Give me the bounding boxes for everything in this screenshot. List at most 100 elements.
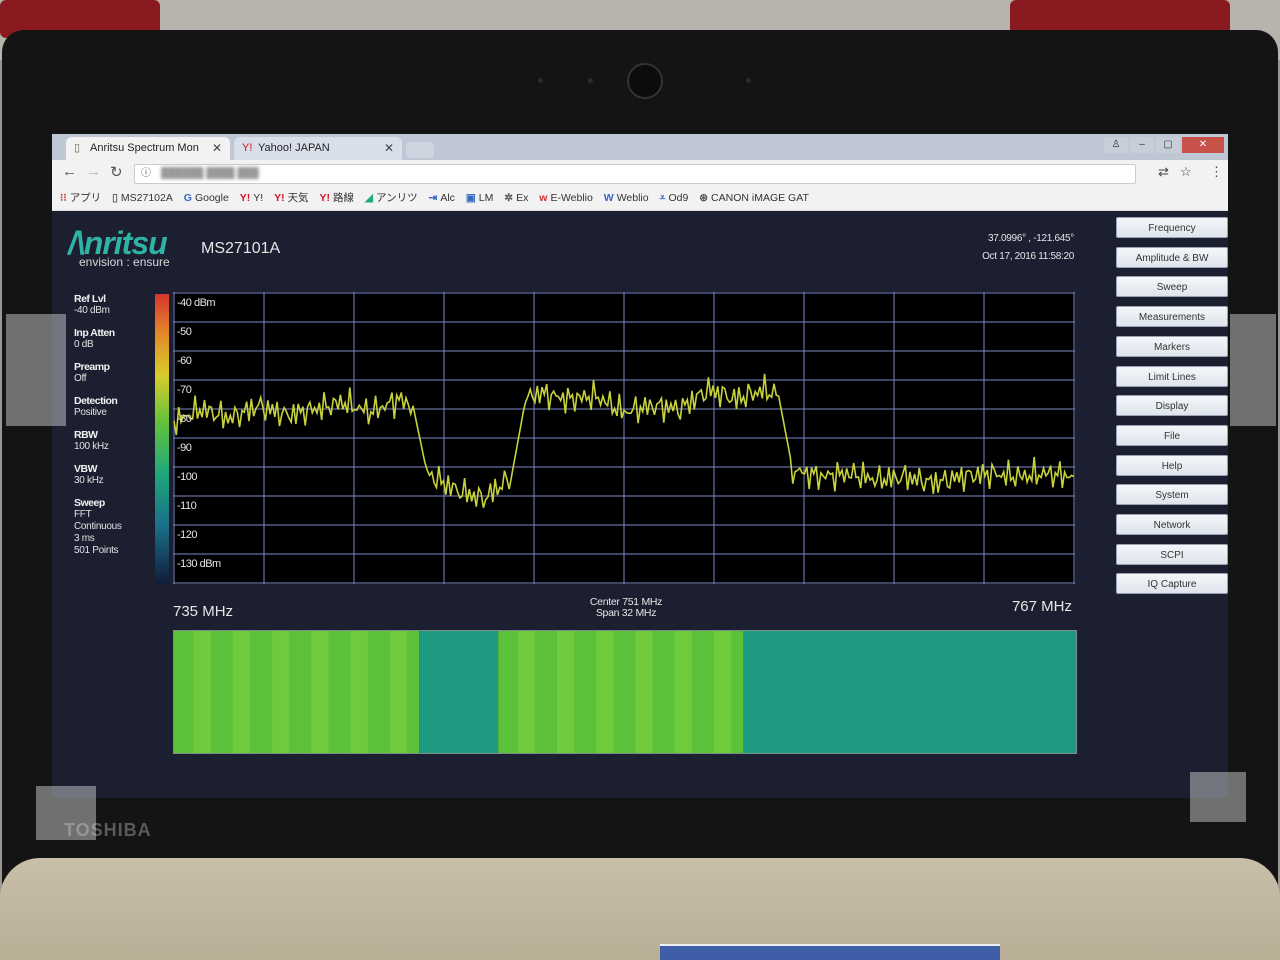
spectrogram-stripe xyxy=(713,631,732,753)
tab-yahoo[interactable]: Y! Yahoo! JAPAN ✕ xyxy=(234,137,402,160)
param-value: -40 dBm xyxy=(74,305,110,316)
span-label: Span 32 MHz xyxy=(595,607,657,619)
param-value: 100 kHz xyxy=(74,441,109,452)
menu-button-iq-capture[interactable]: IQ Capture xyxy=(1116,573,1228,595)
forward-arrow-icon[interactable]: → xyxy=(86,163,101,180)
page-icon: ▯ xyxy=(74,142,81,154)
close-icon[interactable]: ✕ xyxy=(212,137,222,160)
bookmark-canon[interactable]: ⊛ CANON iMAGE GAT xyxy=(699,186,809,210)
alc-icon: ⇥ xyxy=(428,192,438,204)
spectrogram-stripe xyxy=(193,631,211,753)
spectrum-trace-svg xyxy=(173,292,1075,584)
bookmark-label: LM xyxy=(478,192,494,204)
ex-icon: ✲ xyxy=(504,192,514,204)
spectrogram-stripe xyxy=(389,631,407,753)
yahoo-icon: Y! xyxy=(242,142,253,154)
bookmark-weblio[interactable]: W Weblio xyxy=(604,186,649,210)
param-value: 0 dB xyxy=(74,339,94,350)
anritsu-icon: ◢ xyxy=(364,192,373,204)
menu-button-file[interactable]: File xyxy=(1116,424,1228,446)
spectrogram-stripe xyxy=(674,631,692,753)
bookmark-ex[interactable]: ✲ Ex xyxy=(504,186,528,210)
bookmark-ms27102a[interactable]: ▯ MS27102A xyxy=(112,186,173,210)
bookmark-route[interactable]: Y! 路線 xyxy=(319,186,354,210)
settings-summary: Ref Lvl -40 dBm Inp Atten 0 dB Preamp Off D… xyxy=(74,293,154,567)
menu-button-help[interactable]: Help xyxy=(1116,454,1228,476)
param-value: 30 kHz xyxy=(74,475,104,486)
maximize-icon[interactable]: ▢ xyxy=(1156,137,1180,153)
spectrogram-stripe xyxy=(596,631,614,753)
spectrogram-stripe xyxy=(311,631,329,753)
y-tick-label: -80 xyxy=(177,413,192,425)
bookmark-label: Weblio xyxy=(616,192,649,204)
param-sweep: Sweep FFT Continuous 3 ms 501 Points xyxy=(74,497,154,557)
param-preamp: Preamp Off xyxy=(74,361,154,385)
tab-anritsu[interactable]: ▯ Anritsu Spectrum Mon ✕ xyxy=(66,137,230,160)
y-tick-label: -90 xyxy=(177,442,192,454)
spectrogram-stripe xyxy=(517,631,535,753)
menu-button-frequency[interactable]: Frequency xyxy=(1116,217,1228,238)
spectrogram-band-low xyxy=(743,631,1076,753)
menu-button-limit-lines[interactable]: Limit Lines xyxy=(1116,365,1228,387)
bookmark-label: Alc xyxy=(440,192,455,204)
spectrogram-waterfall[interactable] xyxy=(173,630,1077,754)
menu-button-system[interactable]: System xyxy=(1116,484,1228,506)
param-input-atten: Inp Atten 0 dB xyxy=(74,327,154,351)
bookmark-lm[interactable]: ▣ LM xyxy=(466,186,494,210)
address-bar[interactable]: ⓘ ██████ ████ ███ xyxy=(134,164,1136,184)
param-value: Positive xyxy=(74,407,107,418)
back-arrow-icon[interactable]: ← xyxy=(62,163,77,180)
bookmark-label: Ex xyxy=(516,192,529,204)
laptop-screen: ▯ Anritsu Spectrum Mon ✕ Y! Yahoo! JAPAN… xyxy=(52,134,1228,798)
menu-button-sweep[interactable]: Sweep xyxy=(1116,276,1228,298)
browser-tab-bar: ▯ Anritsu Spectrum Mon ✕ Y! Yahoo! JAPAN… xyxy=(52,134,1228,160)
bookmark-label: アンリツ xyxy=(375,192,418,204)
weblio-icon: W xyxy=(603,192,614,204)
bookmark-label: 路線 xyxy=(332,192,354,204)
bookmark-star-icon[interactable]: ☆ xyxy=(1180,164,1192,180)
cloth-cover xyxy=(0,858,1280,960)
info-icon: ⓘ xyxy=(141,168,151,179)
close-window-icon[interactable]: ✕ xyxy=(1182,137,1224,153)
bookmark-anritsu[interactable]: ◢ アンリツ xyxy=(365,186,418,210)
menu-kebab-icon[interactable]: ⋮ xyxy=(1210,164,1223,180)
menu-button-measurements[interactable]: Measurements xyxy=(1116,306,1228,328)
bookmark-yahoo[interactable]: Y! Y! xyxy=(240,186,263,210)
menu-button-amplitude-bw[interactable]: Amplitude & BW xyxy=(1116,246,1228,268)
spectrogram-stripe xyxy=(272,631,290,753)
new-tab-button[interactable] xyxy=(406,142,434,158)
param-label: Sweep xyxy=(74,497,105,509)
spectrum-plot[interactable]: -40 dBm -50 -60 -70 -80 -90 -100 -110 -120 -130 d… xyxy=(173,292,1075,584)
y-tick-label: -110 xyxy=(177,500,197,512)
bookmark-google[interactable]: G Google xyxy=(184,186,229,210)
param-vbw: VBW 30 kHz xyxy=(74,463,154,487)
bookmark-label: Google xyxy=(194,192,229,204)
menu-button-network[interactable]: Network xyxy=(1116,514,1228,535)
param-detection: Detection Positive xyxy=(74,395,154,419)
bookmark-alc[interactable]: ⇥ Alc xyxy=(429,186,455,210)
spectrogram-stripe xyxy=(635,631,653,753)
sensor-dot xyxy=(746,78,751,83)
user-icon[interactable]: ♙ xyxy=(1104,137,1128,153)
bookmark-label: Od9 xyxy=(668,192,689,204)
y-tick-label: -120 xyxy=(177,529,198,541)
bookmark-od9[interactable]: ⩡ Od9 xyxy=(660,186,689,210)
translate-icon[interactable]: ⇄ xyxy=(1158,164,1169,180)
close-icon[interactable]: ✕ xyxy=(384,137,394,160)
bookmark-weather[interactable]: Y! 天気 xyxy=(274,186,309,210)
param-value: Off xyxy=(74,373,87,384)
spectrogram-band-low xyxy=(419,631,499,753)
bookmark-e-weblio[interactable]: w E-Weblio xyxy=(539,186,593,210)
menu-button-scpi[interactable]: SCPI xyxy=(1116,543,1228,565)
webcam xyxy=(627,63,663,99)
od9-icon: ⩡ xyxy=(659,192,666,204)
menu-button-markers[interactable]: Markers xyxy=(1116,335,1228,357)
y-tick-label: -50 xyxy=(177,326,192,338)
spectrum-monitor-app: /\nritsu envision : ensure MS27101A 37.0… xyxy=(52,211,1228,798)
bookmark-apps[interactable]: ⁝⁝ アプリ xyxy=(60,186,101,210)
bookmark-label: E-Weblio xyxy=(550,192,593,204)
spectrogram-stripe xyxy=(557,631,575,753)
reload-icon[interactable]: ↻ xyxy=(110,163,123,181)
menu-button-display[interactable]: Display xyxy=(1116,395,1228,417)
minimize-icon[interactable]: – xyxy=(1130,137,1154,153)
